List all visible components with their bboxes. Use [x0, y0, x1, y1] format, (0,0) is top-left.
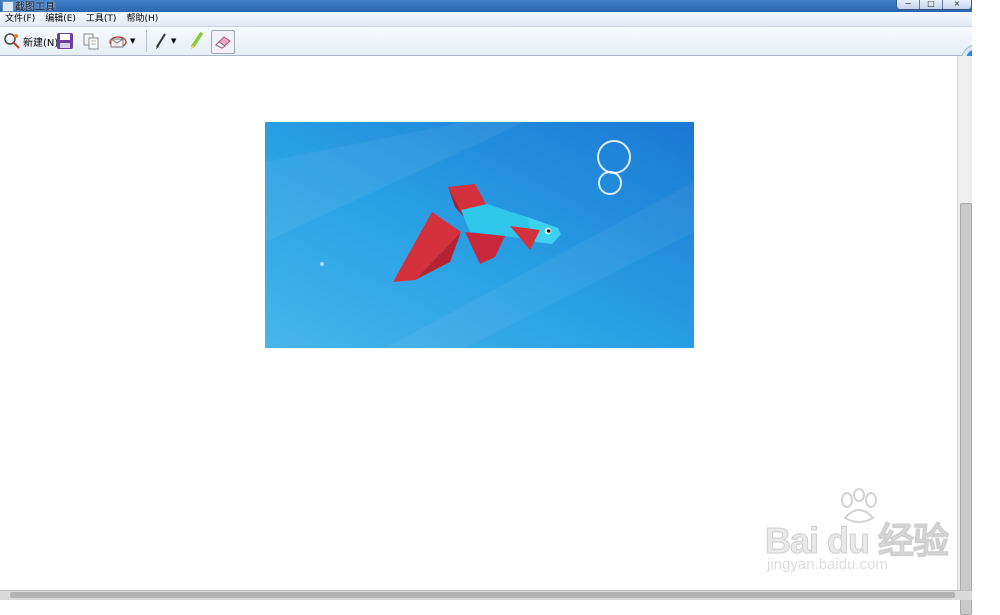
menu-edit[interactable]: 编辑(E) — [40, 12, 81, 26]
copy-button[interactable] — [82, 30, 100, 52]
title-bar: 截图工具 − □ × — [0, 0, 1000, 13]
send-snip-button[interactable]: ▼ — [108, 30, 135, 52]
save-button[interactable] — [56, 30, 74, 52]
new-snip-icon — [4, 33, 20, 49]
new-snip-label: 新建(N) — [23, 37, 59, 49]
watermark: Bai du 经验 jingyan.baidu.com — [764, 488, 950, 583]
send-snip-icon — [109, 36, 127, 48]
toolbar-separator — [146, 30, 147, 52]
menu-help[interactable]: 帮助(H) — [121, 12, 163, 26]
highlighter-icon — [191, 32, 203, 49]
desktop-edge — [972, 0, 1000, 599]
pen-button[interactable]: ▼ — [153, 30, 176, 52]
menu-file[interactable]: 文件(F) — [0, 12, 40, 26]
chevron-down-icon[interactable]: ▼ — [130, 37, 135, 45]
vertical-scroll-thumb[interactable] — [960, 203, 972, 615]
captured-image — [265, 122, 694, 348]
eraser-icon — [215, 36, 231, 49]
highlighter-button[interactable] — [188, 30, 204, 52]
menu-bar: 文件(F) 编辑(E) 工具(T) 帮助(H) — [0, 12, 972, 27]
new-snip-button[interactable]: 新建(N) — [3, 30, 58, 52]
minimize-button[interactable]: − — [897, 0, 919, 9]
window-controls: − □ × — [896, 0, 972, 10]
save-icon — [57, 33, 73, 49]
pen-icon — [156, 33, 166, 49]
maximize-button[interactable]: □ — [919, 0, 942, 9]
copy-icon — [83, 33, 99, 50]
toolbar: 新建(N) ▼ ▼ — [0, 27, 972, 56]
close-button[interactable]: × — [942, 0, 971, 9]
horizontal-scroll-thumb[interactable] — [10, 592, 955, 598]
menu-tools[interactable]: 工具(T) — [81, 12, 122, 26]
watermark-url: jingyan.baidu.com — [767, 556, 888, 573]
app-icon — [2, 1, 14, 12]
chevron-down-icon[interactable]: ▼ — [171, 37, 176, 45]
vertical-scrollbar[interactable] — [957, 56, 973, 615]
eraser-button[interactable] — [211, 30, 235, 54]
